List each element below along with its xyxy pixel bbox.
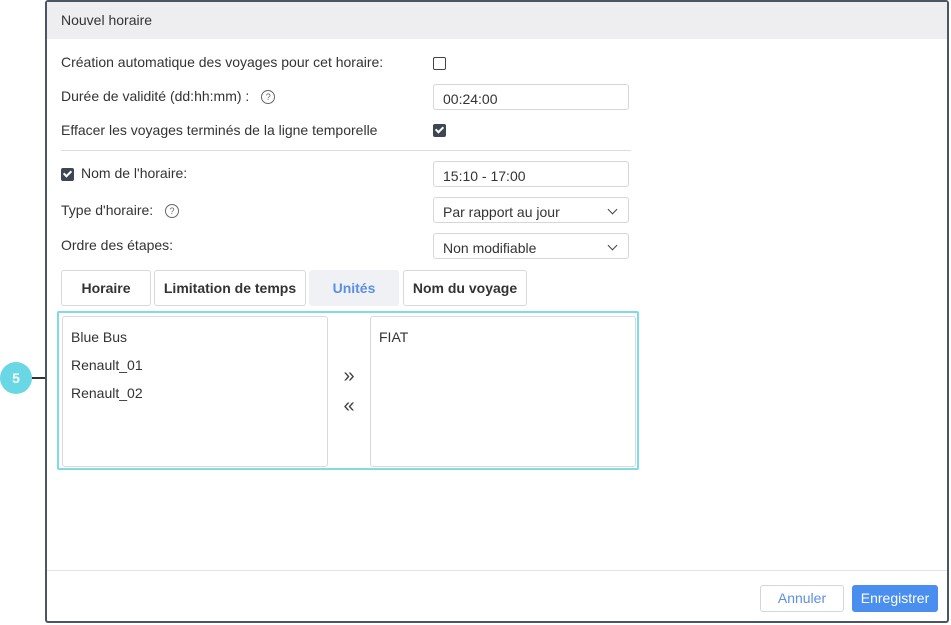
schedule-name-label: Nom de l'horaire: (81, 165, 188, 181)
callout-marker: 5 (0, 362, 32, 394)
dialog-title: Nouvel horaire (61, 12, 153, 28)
help-icon[interactable]: ? (261, 90, 276, 105)
list-item[interactable]: Renault_02 (63, 379, 327, 407)
units-transfer-panel: Blue Bus Renault_01 Renault_02 » « FIAT (57, 311, 639, 470)
move-right-icon[interactable]: » (337, 366, 361, 387)
list-item[interactable]: Blue Bus (63, 323, 327, 351)
tab-trip-name[interactable]: Nom du voyage (403, 270, 527, 306)
auto-create-label: Création automatique des voyages pour ce… (61, 54, 384, 70)
tab-horaire[interactable]: Horaire (61, 270, 151, 306)
schedule-type-row: Type d'horaire: ? (61, 202, 180, 219)
validity-input[interactable]: 00:24:00 (433, 84, 629, 110)
schedule-type-value: Par rapport au jour (443, 204, 560, 220)
schedule-name-input[interactable]: 15:10 - 17:00 (433, 161, 629, 187)
save-button[interactable]: Enregistrer (852, 585, 938, 612)
chevron-down-icon (607, 240, 618, 251)
dialog-titlebar: Nouvel horaire (47, 2, 947, 39)
clear-trips-checkbox[interactable] (433, 124, 446, 137)
schedule-dialog: Nouvel horaire Création automatique des … (45, 0, 949, 623)
clear-trips-label: Effacer les voyages terminés de la ligne… (61, 122, 378, 138)
schedule-type-label: Type d'horaire: (61, 202, 154, 218)
list-item[interactable]: Renault_01 (63, 351, 327, 379)
step-order-select[interactable]: Non modifiable (433, 233, 629, 259)
step-order-label: Ordre des étapes: (61, 237, 174, 253)
tab-time-limit[interactable]: Limitation de temps (154, 270, 306, 306)
cancel-button[interactable]: Annuler (760, 585, 844, 612)
auto-create-checkbox[interactable] (433, 57, 446, 70)
chevron-down-icon (607, 204, 618, 215)
divider (61, 150, 631, 151)
validity-label: Durée de validité (dd:hh:mm) : (61, 88, 250, 104)
schedule-name-checkbox[interactable] (61, 168, 74, 181)
footer-divider (47, 570, 947, 571)
available-units-list[interactable]: Blue Bus Renault_01 Renault_02 (62, 316, 328, 467)
help-icon[interactable]: ? (165, 204, 180, 219)
step-order-value: Non modifiable (443, 240, 537, 256)
validity-row: Durée de validité (dd:hh:mm) : ? (61, 88, 276, 105)
selected-units-list[interactable]: FIAT (370, 316, 636, 467)
schedule-type-select[interactable]: Par rapport au jour (433, 197, 629, 223)
tab-units[interactable]: Unités (309, 270, 399, 306)
move-left-icon[interactable]: « (337, 396, 361, 417)
list-item[interactable]: FIAT (371, 323, 635, 351)
